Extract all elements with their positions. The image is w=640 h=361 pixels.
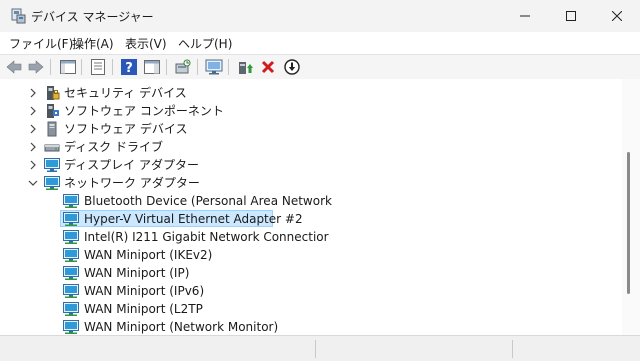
network-adapter-icon <box>63 284 79 298</box>
network-adapter-icon <box>63 302 79 316</box>
menu-help[interactable]: ヘルプ(H) <box>178 35 232 52</box>
tree-category-software-components[interactable]: ソフトウェア コンポーネント <box>0 102 620 120</box>
software-component-icon <box>47 104 59 118</box>
uninstall-icon <box>261 60 275 74</box>
tree-device-wan-ikev2[interactable]: WAN Miniport (IKEv2) <box>0 246 620 264</box>
back-icon <box>6 60 22 74</box>
menu-view[interactable]: 表示(V) <box>125 35 167 52</box>
tree-device-hyper-v-ethernet-2[interactable]: Hyper-V Virtual Ethernet Adapter #2 <box>0 210 620 228</box>
back-button[interactable] <box>5 58 23 76</box>
chevron-down-icon[interactable] <box>28 178 38 188</box>
forward-button[interactable] <box>27 58 45 76</box>
network-adapter-icon <box>63 320 79 334</box>
network-adapter-icon <box>44 176 60 190</box>
tree-label: WAN Miniport (IP) <box>84 266 190 280</box>
scrollbar-thumb[interactable] <box>627 152 630 294</box>
properties-button[interactable] <box>89 58 107 76</box>
close-button[interactable] <box>594 0 640 32</box>
tree-label: WAN Miniport (IKEv2) <box>84 248 213 262</box>
network-adapter-icon <box>63 230 79 244</box>
disk-drive-icon <box>44 144 60 152</box>
maximize-button[interactable] <box>548 0 594 32</box>
minimize-button[interactable] <box>502 0 548 32</box>
tree-category-security-devices[interactable]: セキュリティ デバイス <box>0 84 620 102</box>
tree-device-wan-ip[interactable]: WAN Miniport (IP) <box>0 264 620 282</box>
action-pane-button[interactable] <box>143 58 161 76</box>
action-pane-icon <box>144 60 160 74</box>
maximize-icon <box>566 11 576 21</box>
scan-hardware-icon <box>175 59 191 74</box>
tree-label: ソフトウェア デバイス <box>64 122 188 136</box>
update-driver-icon <box>284 59 300 75</box>
update-driver-button[interactable] <box>283 58 301 76</box>
network-adapter-icon <box>63 212 79 226</box>
menu-file[interactable]: ファイル(F) <box>9 35 73 52</box>
chevron-right-icon[interactable] <box>28 142 38 152</box>
toolbar-separator <box>50 59 51 75</box>
vertical-scrollbar[interactable] <box>622 79 640 335</box>
tree-label: Bluetooth Device (Personal Area Network <box>84 194 332 208</box>
toolbar-separator <box>81 59 82 75</box>
tree-label: ディスク ドライブ <box>64 140 163 154</box>
console-tree-button[interactable] <box>59 58 77 76</box>
tree-label: Hyper-V Virtual Ethernet Adapter #2 <box>84 212 303 226</box>
properties-icon <box>91 59 105 75</box>
enable-device-button[interactable] <box>236 58 254 76</box>
network-adapter-icon <box>63 266 79 280</box>
display-adapter-icon <box>44 158 60 172</box>
tree-category-network-adapters[interactable]: ネットワーク アダプター <box>0 174 620 192</box>
uninstall-button[interactable] <box>259 58 277 76</box>
tree-label: セキュリティ デバイス <box>64 86 187 100</box>
status-divider <box>512 340 513 358</box>
menu-bar: ファイル(F) 操作(A) 表示(V) ヘルプ(H) <box>0 32 640 54</box>
device-manager-icon <box>11 8 26 24</box>
display-button[interactable] <box>205 58 223 76</box>
scan-hardware-button[interactable] <box>174 58 192 76</box>
toolbar-separator <box>197 59 198 75</box>
tree-label: Intel(R) I211 Gigabit Network Connectior <box>84 230 329 244</box>
network-adapter-icon <box>63 194 79 208</box>
toolbar-separator <box>228 59 229 75</box>
menu-action[interactable]: 操作(A) <box>72 35 114 52</box>
console-tree-icon <box>60 60 76 74</box>
close-icon <box>612 11 622 21</box>
status-divider <box>315 340 316 358</box>
tree-device-wan-l2tp[interactable]: WAN Miniport (L2TP <box>0 300 620 318</box>
chevron-right-icon[interactable] <box>28 106 38 116</box>
security-device-icon <box>47 86 60 100</box>
device-tree: セキュリティ デバイス ソフトウェア コンポーネント ソフトウェア デバイス デ… <box>0 79 622 335</box>
forward-icon <box>28 60 44 74</box>
tree-category-display-adapters[interactable]: ディスプレイ アダプター <box>0 156 620 174</box>
window-title: デバイス マネージャー <box>31 10 154 24</box>
tree-device-intel-i211[interactable]: Intel(R) I211 Gigabit Network Connectior <box>0 228 620 246</box>
tree-device-wan-ipv6[interactable]: WAN Miniport (IPv6) <box>0 282 620 300</box>
tree-device-bluetooth-pan[interactable]: Bluetooth Device (Personal Area Network <box>0 192 620 210</box>
tree-category-software-devices[interactable]: ソフトウェア デバイス <box>0 120 620 138</box>
software-device-icon <box>47 121 57 137</box>
tree-label: WAN Miniport (L2TP <box>84 302 203 316</box>
tree-label: WAN Miniport (Network Monitor) <box>84 320 279 334</box>
toolbar-separator <box>112 59 113 75</box>
tree-label: WAN Miniport (IPv6) <box>84 284 205 298</box>
status-bar <box>0 335 640 361</box>
chevron-right-icon[interactable] <box>28 88 38 98</box>
network-adapter-icon <box>63 248 79 262</box>
tree-device-wan-network-monitor[interactable]: WAN Miniport (Network Monitor) <box>0 318 620 335</box>
svg-text:?: ? <box>125 61 133 75</box>
tree-label: ディスプレイ アダプター <box>64 158 199 172</box>
toolbar-separator <box>166 59 167 75</box>
help-button[interactable]: ? <box>120 58 138 76</box>
enable-device-icon <box>239 62 253 74</box>
title-bar: デバイス マネージャー <box>0 0 640 32</box>
tree-label: ソフトウェア コンポーネント <box>64 104 224 118</box>
help-icon: ? <box>121 59 137 75</box>
display-icon <box>205 59 223 75</box>
tree-category-disk-drives[interactable]: ディスク ドライブ <box>0 138 620 156</box>
minimize-icon <box>520 15 530 17</box>
tree-label: ネットワーク アダプター <box>64 176 200 190</box>
chevron-right-icon[interactable] <box>28 124 38 134</box>
chevron-right-icon[interactable] <box>28 160 38 170</box>
toolbar: ? <box>0 54 640 80</box>
